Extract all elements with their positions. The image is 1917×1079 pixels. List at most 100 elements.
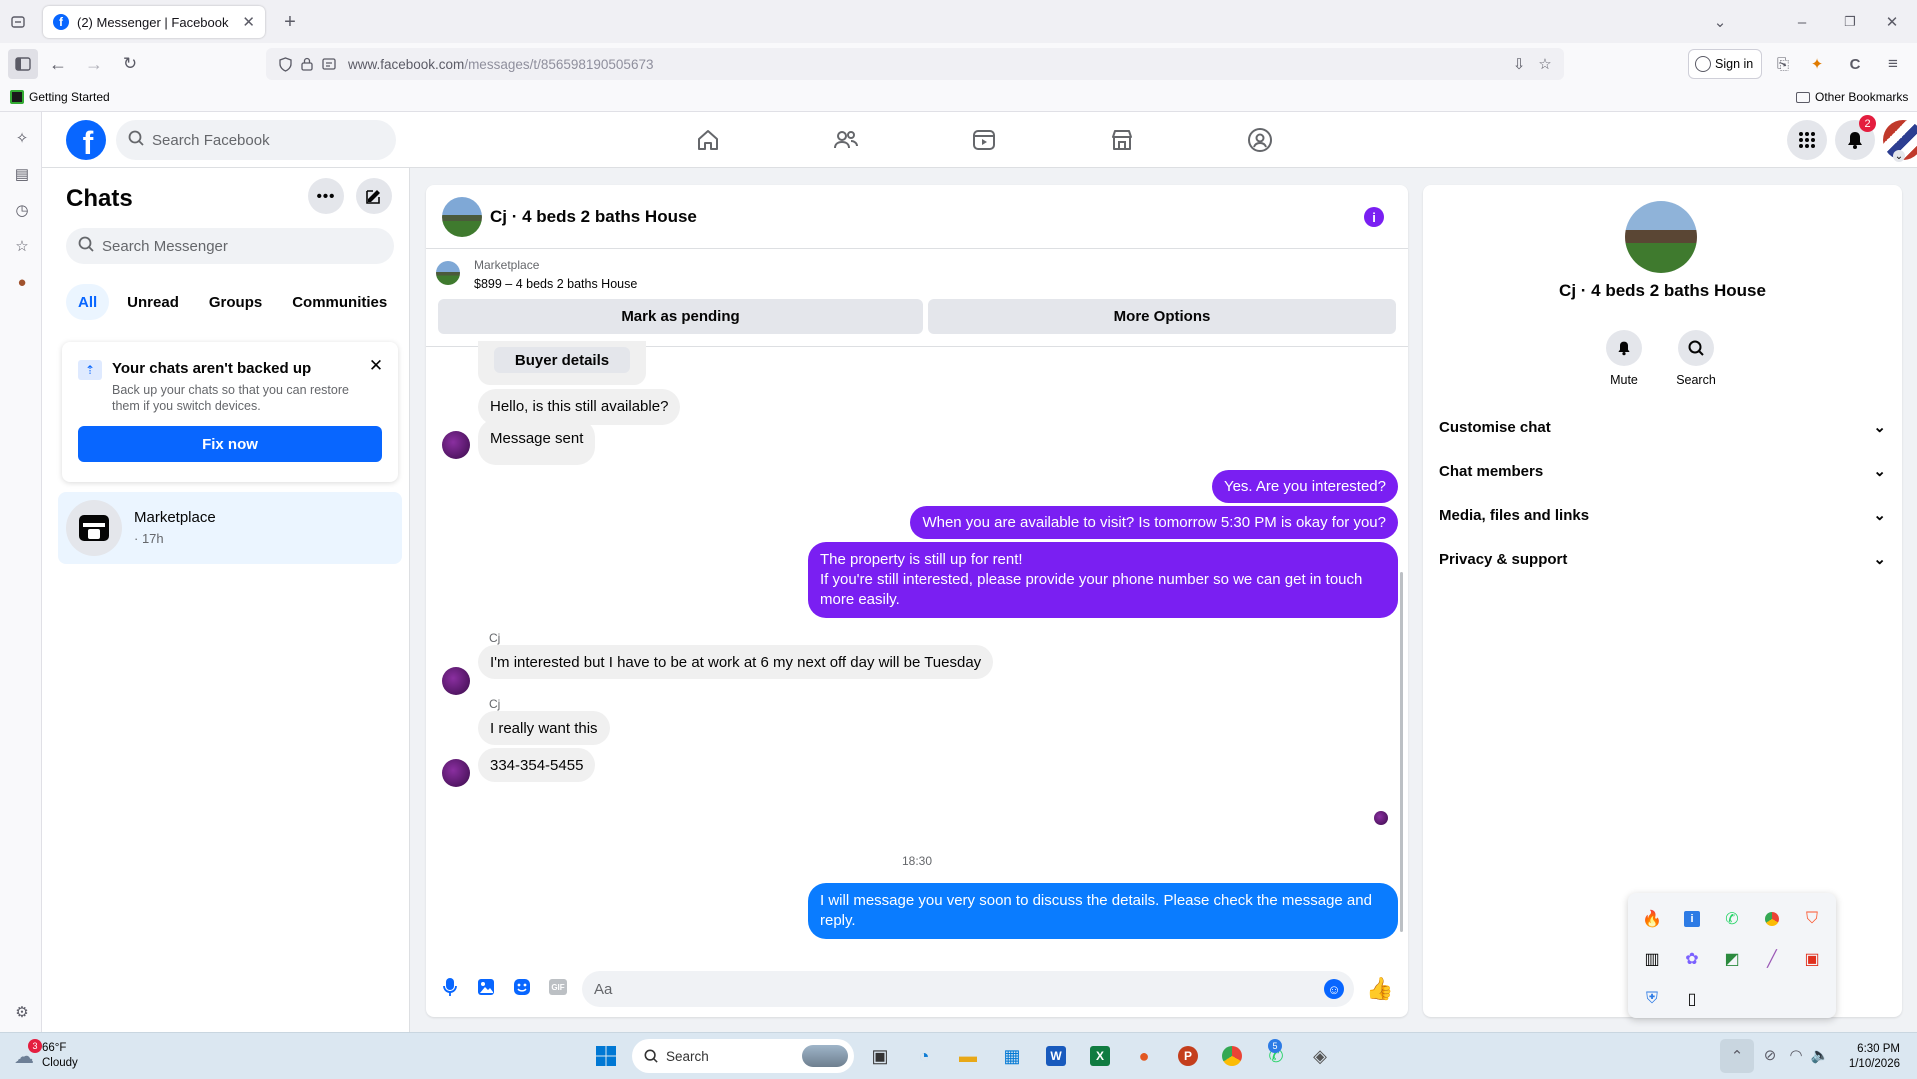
fix-now-button[interactable]: Fix now: [78, 426, 382, 462]
copilot-tray-icon[interactable]: ✿: [1672, 939, 1712, 979]
message-input[interactable]: Aa ☺: [582, 971, 1354, 1007]
info-icon[interactable]: i: [1364, 207, 1384, 227]
nav-marketplace[interactable]: [1067, 112, 1177, 168]
ai-chatbot-icon[interactable]: ✧: [10, 126, 34, 150]
tab-close-icon[interactable]: ✕: [242, 13, 255, 31]
section-customise-chat[interactable]: Customise chat ⌄: [1423, 405, 1902, 449]
nav-groups[interactable]: [1205, 112, 1315, 168]
microphone-icon[interactable]: [438, 975, 462, 999]
chat-options-button[interactable]: •••: [308, 178, 344, 214]
volume-icon[interactable]: 🔈: [1808, 1043, 1832, 1067]
facebook-logo-icon[interactable]: f: [66, 120, 106, 160]
browser-tab-messenger[interactable]: f (2) Messenger | Facebook ✕: [43, 6, 265, 38]
defender-tray-icon[interactable]: ⛨: [1632, 979, 1672, 1019]
bookmark-star-icon[interactable]: ☆: [1532, 55, 1558, 73]
chat-item-marketplace[interactable]: Marketplace · 17h: [58, 492, 402, 564]
tab-list-icon[interactable]: [6, 10, 30, 34]
whatsapp-tray-icon[interactable]: ✆: [1712, 899, 1752, 939]
taskbar-search[interactable]: Search: [632, 1039, 854, 1073]
excel-icon[interactable]: X: [1082, 1038, 1118, 1074]
messenger-search-input[interactable]: Search Messenger: [66, 228, 394, 264]
more-options-button[interactable]: More Options: [928, 299, 1396, 334]
close-icon[interactable]: ✕: [364, 354, 388, 378]
menu-icon[interactable]: ≡: [1880, 51, 1906, 77]
section-media-files-links[interactable]: Media, files and links ⌄: [1423, 493, 1902, 537]
new-tab-icon[interactable]: +: [278, 10, 302, 34]
sign-in-button[interactable]: Sign in: [1688, 49, 1762, 79]
tray-chevron-up-icon[interactable]: ⌃: [1720, 1039, 1754, 1073]
powerpoint-icon[interactable]: P: [1170, 1038, 1206, 1074]
tab-dropdown-icon[interactable]: ⌄: [1708, 10, 1732, 34]
store-icon[interactable]: ▦: [994, 1038, 1030, 1074]
nvidia-tray-icon[interactable]: ◩: [1712, 939, 1752, 979]
photo-icon[interactable]: [474, 975, 498, 999]
thumbs-up-icon[interactable]: 👍: [1366, 975, 1394, 1003]
buyer-details-button[interactable]: Buyer details: [494, 347, 630, 373]
filter-groups[interactable]: Groups: [197, 284, 274, 320]
emoji-icon[interactable]: ☺: [1324, 979, 1344, 999]
info-tray-icon[interactable]: i: [1672, 899, 1712, 939]
nav-home[interactable]: [653, 112, 763, 168]
brave-tray-icon[interactable]: ⛉: [1792, 899, 1832, 939]
bookmark-getting-started[interactable]: Getting Started: [10, 90, 110, 104]
restore-icon[interactable]: ❐: [1838, 10, 1862, 34]
task-view-icon[interactable]: ▣: [862, 1038, 898, 1074]
download-page-icon[interactable]: ⇩: [1506, 55, 1532, 73]
page-info-icon[interactable]: [318, 58, 340, 70]
history-icon[interactable]: ◷: [10, 198, 34, 222]
extension-c-icon[interactable]: C: [1842, 51, 1868, 77]
new-message-button[interactable]: [356, 178, 392, 214]
shield-icon[interactable]: [274, 56, 296, 72]
extension-puzzle-icon[interactable]: ✦: [1804, 51, 1830, 77]
chrome-icon[interactable]: [1214, 1038, 1250, 1074]
firefox-tray-icon[interactable]: 🔥: [1632, 899, 1672, 939]
app-icon[interactable]: ◈: [1302, 1038, 1338, 1074]
forward-icon[interactable]: →: [82, 52, 106, 76]
synced-tabs-icon[interactable]: ▤: [10, 162, 34, 186]
cookie-icon[interactable]: ●: [10, 270, 34, 294]
word-icon[interactable]: W: [1038, 1038, 1074, 1074]
url-bar[interactable]: www.facebook.com/messages/t/856598190505…: [266, 48, 1564, 80]
file-explorer-icon[interactable]: ▬: [950, 1038, 986, 1074]
minimize-icon[interactable]: –: [1790, 10, 1814, 34]
usb-tray-icon[interactable]: ▥: [1632, 939, 1672, 979]
back-icon[interactable]: ←: [46, 52, 70, 76]
nav-friends[interactable]: [791, 112, 901, 168]
sidebar-settings-icon[interactable]: ⚙: [10, 1000, 34, 1024]
device-tray-icon[interactable]: ▯: [1672, 979, 1712, 1019]
network-off-icon[interactable]: ⊘: [1758, 1043, 1782, 1067]
lock-icon[interactable]: [296, 57, 318, 71]
gif-icon[interactable]: GIF: [546, 975, 570, 999]
extensions-share-icon[interactable]: ⎘: [1770, 51, 1796, 77]
facebook-search-input[interactable]: Search Facebook: [116, 120, 396, 160]
start-icon[interactable]: [588, 1038, 624, 1074]
clock[interactable]: 6:30 PM 1/10/2026: [1840, 1042, 1900, 1072]
firefox-icon[interactable]: ●: [1126, 1038, 1162, 1074]
pen-tray-icon[interactable]: ╱: [1752, 939, 1792, 979]
filter-communities[interactable]: Communities: [280, 284, 399, 320]
bookmarks-star-icon[interactable]: ☆: [10, 234, 34, 258]
menu-grid-button[interactable]: [1787, 120, 1827, 160]
search-conversation-button[interactable]: [1678, 330, 1714, 366]
wifi-icon[interactable]: ◠: [1784, 1043, 1808, 1067]
mute-button[interactable]: [1606, 330, 1642, 366]
filter-unread[interactable]: Unread: [115, 284, 191, 320]
listing-title[interactable]: $899 – 4 beds 2 baths House: [474, 277, 637, 291]
sidebar-toggle-icon[interactable]: [8, 49, 38, 79]
sticker-icon[interactable]: [510, 975, 534, 999]
chrome-tray-icon[interactable]: [1752, 899, 1792, 939]
other-bookmarks[interactable]: Other Bookmarks: [1796, 90, 1908, 104]
house-avatar[interactable]: [442, 197, 482, 237]
adobe-tray-icon[interactable]: ▣: [1792, 939, 1832, 979]
weather-widget[interactable]: ☁ 66°F Cloudy: [14, 1041, 78, 1071]
reload-icon[interactable]: ↻: [118, 52, 142, 76]
section-privacy-support[interactable]: Privacy & support ⌄: [1423, 537, 1902, 581]
window-close-icon[interactable]: ✕: [1880, 10, 1904, 34]
nav-video[interactable]: [929, 112, 1039, 168]
filter-all[interactable]: All: [66, 284, 110, 320]
house-avatar-large[interactable]: [1625, 201, 1697, 273]
conversation-title[interactable]: Cj · 4 beds 2 baths House: [490, 207, 697, 227]
edge-icon[interactable]: ◔: [906, 1038, 942, 1074]
message-scrollbar[interactable]: [1400, 572, 1403, 932]
mark-pending-button[interactable]: Mark as pending: [438, 299, 923, 334]
